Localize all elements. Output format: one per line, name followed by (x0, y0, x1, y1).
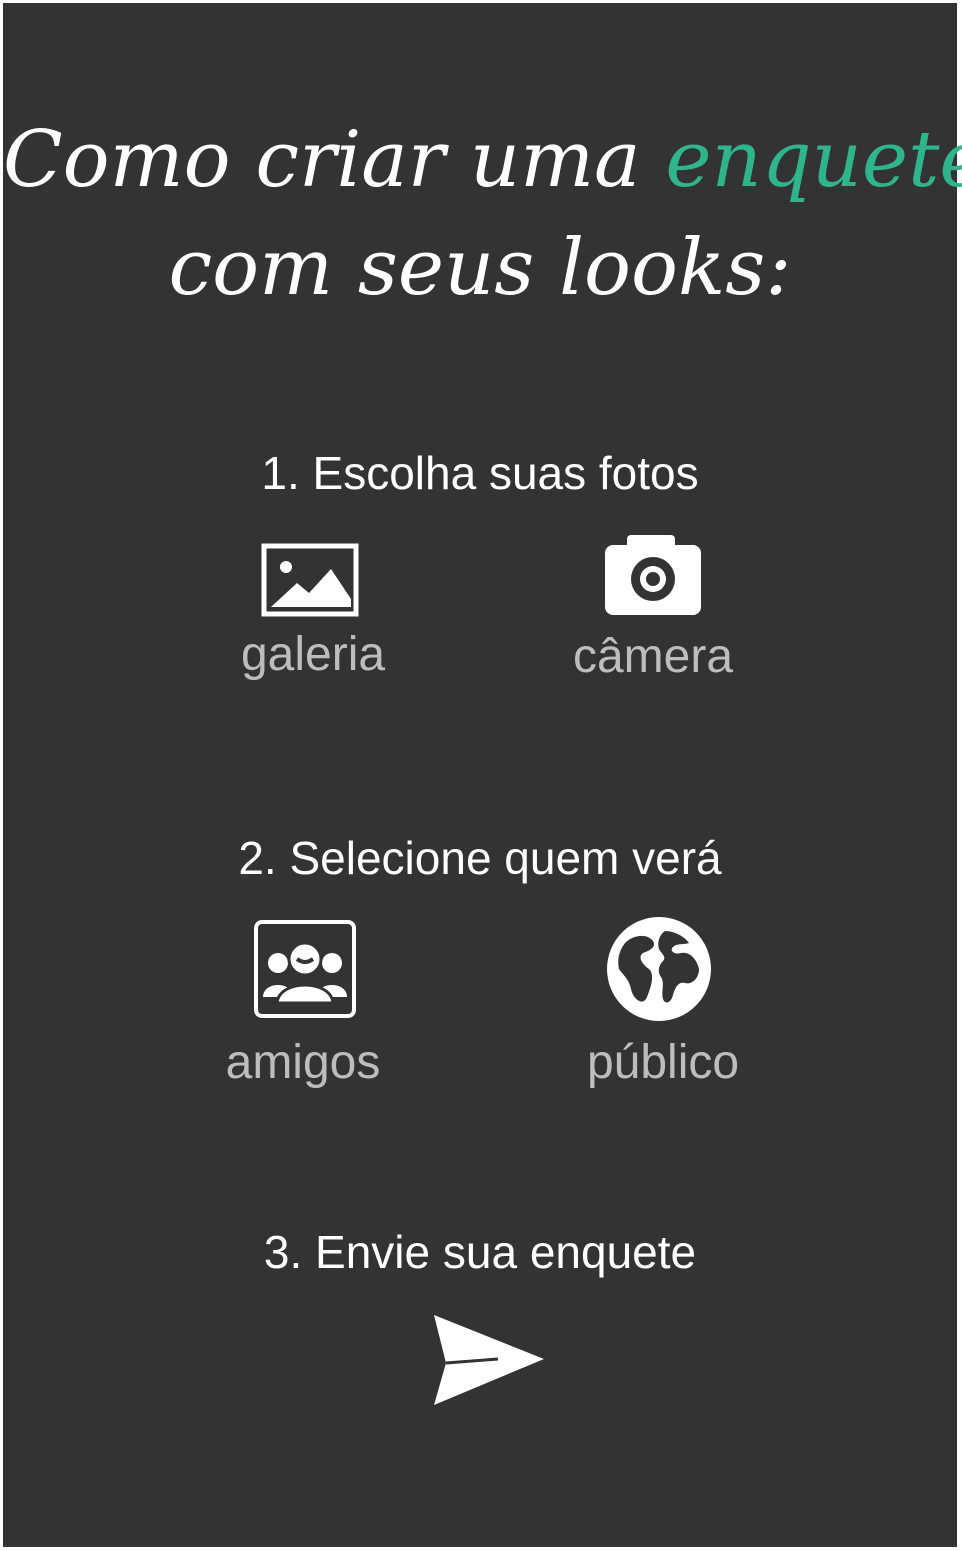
tutorial-panel: Como criar uma enquete com seus looks: 1… (3, 3, 962, 1547)
camera-button[interactable]: câmera (548, 531, 758, 691)
globe-icon (607, 917, 711, 1021)
title-prefix: Como criar uma (3, 115, 666, 205)
send-button[interactable] (423, 1311, 553, 1411)
friends-button[interactable]: amigos (203, 917, 403, 1097)
send-icon (434, 1315, 544, 1405)
gallery-label: galeria (240, 628, 386, 681)
title-accent-word: enquete (665, 115, 962, 205)
gallery-button[interactable]: galeria (223, 541, 403, 691)
title-line-2: com seus looks: (168, 223, 792, 313)
step-1-label: 1. Escolha suas fotos (261, 447, 699, 499)
step-2-label: 2. Selecione quem verá (238, 832, 722, 884)
public-label: público (586, 1036, 740, 1089)
camera-icon (605, 535, 701, 615)
public-button[interactable]: público (563, 911, 763, 1097)
friends-label: amigos (225, 1036, 381, 1089)
group-icon (254, 920, 356, 1018)
camera-label: câmera (572, 630, 734, 683)
step-3-label: 3. Envie sua enquete (263, 1226, 697, 1278)
image-icon (261, 543, 359, 617)
title-line-1: Como criar uma enquete (3, 121, 962, 199)
